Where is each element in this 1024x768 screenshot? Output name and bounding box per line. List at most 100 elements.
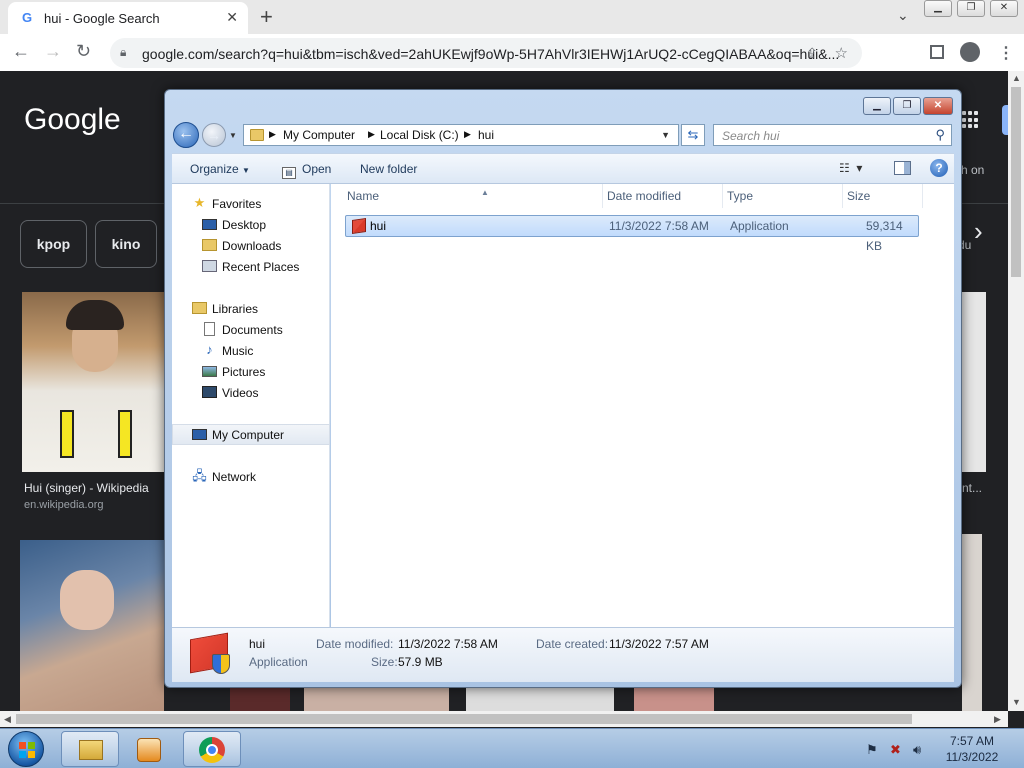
breadcrumb-my-computer[interactable]: My Computer [283,128,355,142]
restore-button[interactable]: ❐ [957,0,985,17]
refresh-icon[interactable]: ⇆ [681,124,705,146]
chip-kino[interactable]: kino [95,220,157,268]
forward-button[interactable]: → [202,123,226,147]
address-breadcrumb-bar[interactable]: ▶ My Computer ▶ Local Disk (C:) ▶ hui ▼ [243,124,679,146]
action-center-icon[interactable]: ⚑ [866,742,878,758]
preview-pane-icon[interactable] [894,161,911,175]
nav-music[interactable]: ♪ Music [172,340,330,361]
forward-arrow-icon[interactable]: → [44,41,62,62]
taskbar-explorer-button[interactable] [61,731,119,767]
column-header-type[interactable]: Type [723,184,843,208]
column-header-size[interactable]: Size [843,184,923,208]
face-shape [60,570,114,630]
downloads-folder-icon [202,239,217,251]
breadcrumb-local-disk[interactable]: Local Disk (C:) [380,128,459,142]
scroll-down-arrow-icon[interactable]: ▼ [1012,697,1021,707]
back-button[interactable]: ← [173,122,199,148]
side-panel-icon[interactable] [930,45,944,59]
explorer-maximize-button[interactable]: ❐ [893,97,921,115]
bookmark-star-icon[interactable]: ☆ [835,44,848,62]
result-image-1[interactable] [22,292,164,472]
nav-favorites[interactable]: ★ Favorites [172,193,330,214]
nav-desktop[interactable]: Desktop [172,214,330,235]
folder-icon [79,740,103,760]
result-image-6[interactable] [230,688,290,711]
nav-videos[interactable]: Videos [172,382,330,403]
page-vertical-scrollbar[interactable]: ▲ ▼ [1008,71,1024,711]
new-tab-button[interactable]: + [260,4,273,30]
uac-shield-icon [212,654,230,674]
clock[interactable]: 7:57 AM 11/3/2022 [930,733,1014,765]
pictures-icon [202,366,217,377]
nav-label: Pictures [222,365,266,379]
music-note-icon: ♪ [206,342,213,357]
close-tab-icon[interactable]: ✕ [226,9,238,26]
search-icon[interactable]: ⚲ [935,127,945,143]
taskbar-media-player-button[interactable] [122,731,180,767]
share-icon[interactable]: ⇪ [806,45,818,62]
start-button[interactable] [8,731,44,767]
scrollbar-thumb[interactable] [1011,87,1021,277]
chevron-right-icon[interactable]: › [974,216,1008,272]
close-window-button[interactable]: ✕ [990,0,1018,17]
network-disconnected-icon[interactable]: ✖ [890,742,901,758]
kebab-menu-icon[interactable]: ⋮ [998,43,1014,63]
result-partial-text[interactable]: nt... [962,481,982,495]
explorer-window: ▁ ❐ ✕ ← → ▼ ▶ My Computer ▶ Local Disk (… [164,89,962,688]
nav-label: Favorites [212,197,262,211]
profile-avatar-icon[interactable] [960,42,980,62]
breadcrumb-separator-icon[interactable]: ▶ [464,129,471,140]
scroll-right-arrow-icon[interactable]: ▶ [994,714,1001,725]
open-button[interactable]: ▤ Open [282,162,331,179]
column-header-name[interactable]: Name ▲ [343,184,603,208]
address-dropdown-icon[interactable]: ▼ [661,130,670,140]
result-caption[interactable]: Hui (singer) - Wikipedia [24,481,149,495]
organize-button[interactable]: Organize ▼ [190,162,250,176]
result-image-4[interactable] [466,688,614,711]
result-image-3[interactable] [304,688,449,711]
file-row-selected[interactable]: hui 11/3/2022 7:58 AM Application 59,314… [345,215,919,253]
nav-pictures[interactable]: Pictures [172,361,330,382]
minimize-button[interactable]: ▁ [924,0,952,17]
application-large-icon [190,632,230,674]
nav-libraries[interactable]: Libraries [172,298,330,319]
explorer-minimize-button[interactable]: ▁ [863,97,891,115]
volume-icon[interactable]: 🔊︎ [913,742,921,758]
scroll-up-arrow-icon[interactable]: ▲ [1012,73,1021,83]
explorer-close-button[interactable]: ✕ [923,97,953,115]
result-image-right-1[interactable] [962,292,986,472]
chip-kpop[interactable]: kpop [20,220,87,268]
change-view-icon[interactable]: ☷ ▾ [839,161,862,175]
page-horizontal-scrollbar[interactable]: ◀ ▶ [0,711,1008,727]
column-header-date-modified[interactable]: Date modified [603,184,723,208]
nav-downloads[interactable]: Downloads [172,235,330,256]
result-image-2[interactable] [20,540,164,711]
back-arrow-icon[interactable]: ← [12,41,30,62]
tab-search-chevron-icon[interactable]: ⌄ [897,7,909,24]
details-date-modified-label: Date modified: [316,637,394,651]
nav-documents[interactable]: Documents [172,319,330,340]
reload-icon[interactable]: ↻ [76,41,91,62]
google-logo[interactable]: Google [24,103,121,137]
scrollbar-thumb[interactable] [16,714,912,724]
scroll-left-arrow-icon[interactable]: ◀ [4,714,11,725]
nav-network[interactable]: 🖧︎ Network [172,466,330,487]
help-icon[interactable]: ? [930,159,948,177]
result-image-right-2[interactable] [962,534,982,711]
star-icon: ★ [193,195,206,210]
browser-tab[interactable]: G hui - Google Search ✕ [8,2,248,34]
breadcrumb-separator-icon[interactable]: ▶ [368,129,375,140]
address-bar[interactable]: 🔒︎ google.com/search?q=hui&tbm=isch&ved=… [110,38,862,68]
apps-grid-icon[interactable] [962,111,980,129]
details-size-label: Size: [371,655,398,669]
clock-time: 7:57 AM [949,734,995,748]
breadcrumb-hui[interactable]: hui [478,128,494,142]
nav-recent-places[interactable]: Recent Places [172,256,330,277]
recent-pages-dropdown-icon[interactable]: ▼ [229,131,237,140]
new-folder-button[interactable]: New folder [360,162,417,176]
search-input[interactable]: Search hui ⚲ [713,124,952,146]
taskbar-chrome-button[interactable] [183,731,241,767]
nav-my-computer[interactable]: My Computer [172,424,330,445]
result-image-5[interactable] [634,688,714,711]
breadcrumb-separator-icon[interactable]: ▶ [269,129,276,140]
